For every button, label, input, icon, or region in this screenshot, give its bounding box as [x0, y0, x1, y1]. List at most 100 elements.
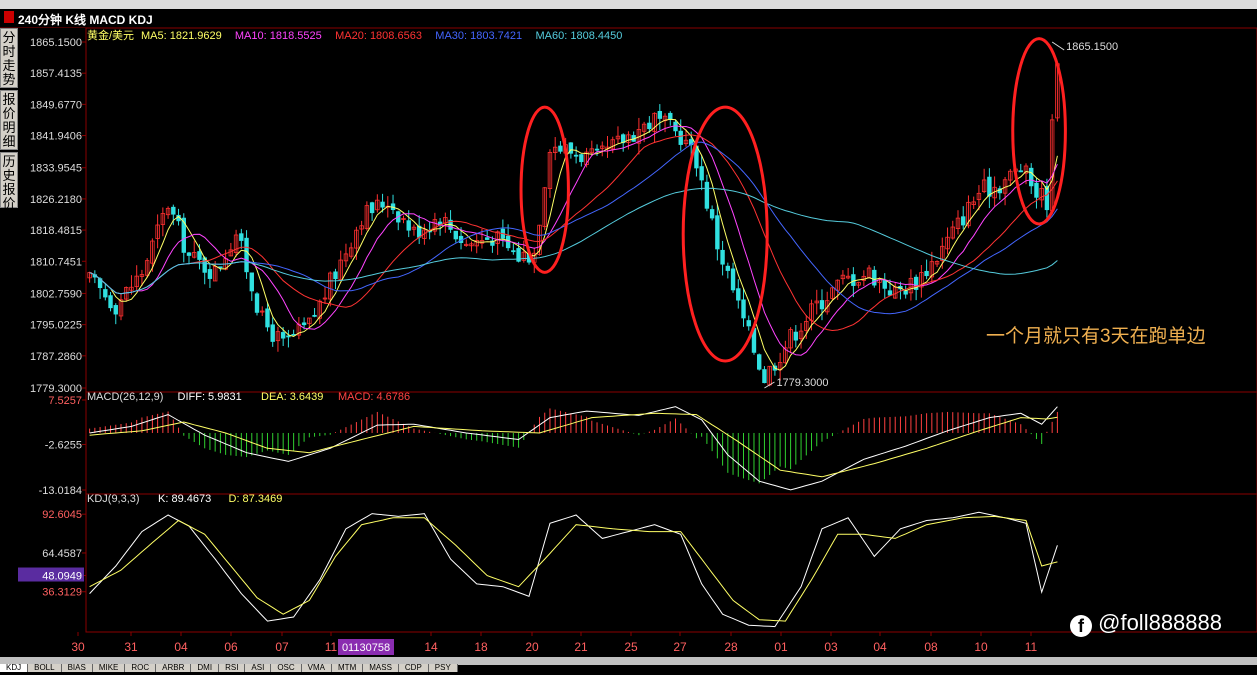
chart-title-bar: 240分钟 K线 MACD KDJ	[0, 9, 1257, 28]
candle-body	[699, 166, 704, 181]
candle-body	[741, 299, 746, 319]
candle-body	[851, 274, 856, 286]
candle-body	[720, 249, 725, 265]
kdj-tick-label: 36.3129	[42, 587, 82, 599]
indicator-tab-asi[interactable]: ASI	[245, 664, 272, 672]
candle-body	[270, 324, 275, 342]
kdj-d-line	[89, 515, 1058, 622]
indicator-tab-arbr[interactable]: ARBR	[156, 664, 192, 672]
indicator-tab-psy[interactable]: PSY	[428, 664, 458, 672]
indicator-tab-kdj[interactable]: KDJ	[0, 664, 29, 672]
candle-body	[736, 288, 741, 301]
macd-legend-0: DIFF: 5.9831	[178, 391, 242, 403]
candle-body	[573, 154, 579, 157]
watermark-handle: @foll888888	[1098, 610, 1222, 635]
kdj-title: KDJ(9,3,3)	[87, 493, 140, 505]
window-title: 240分钟 K线 MACD KDJ	[18, 13, 153, 27]
candle-body	[757, 354, 762, 370]
price-tick-label: 1826.2180	[30, 194, 82, 206]
symbol-label: 黄金/美元	[87, 28, 134, 42]
price-tick-label: 1841.9406	[30, 131, 82, 143]
watermark: f @foll888888	[1070, 610, 1222, 637]
candle-body	[730, 268, 736, 291]
ma-line-20	[89, 134, 1058, 332]
indicator-tab-osc[interactable]: OSC	[271, 664, 302, 672]
x-tick-label: 20	[525, 640, 539, 654]
x-tick-label: 31	[124, 640, 138, 654]
x-tick-label: 04	[873, 640, 887, 654]
indicator-tab-cdp[interactable]: CDP	[398, 664, 429, 672]
indicator-tab-mtm[interactable]: MTM	[332, 664, 364, 672]
candle-body	[903, 290, 908, 295]
menu-bar[interactable]	[0, 0, 1257, 9]
x-tick-label: 21	[574, 640, 588, 654]
x-tick-label: 07	[275, 640, 289, 654]
ma-legend-60: MA60: 1808.4450	[536, 30, 623, 42]
macd-tick-label: -13.0184	[39, 485, 82, 497]
indicator-tab-vma[interactable]: VMA	[301, 664, 333, 672]
candle-body	[453, 230, 458, 240]
candle-body	[924, 270, 929, 277]
candle-body	[312, 314, 317, 317]
candle-body	[265, 308, 270, 328]
candlestick-chart: 1865.1500 1857.4135 1849.6770 1841.9406 1833…	[18, 28, 1257, 655]
candle-body	[239, 233, 244, 241]
ma-line-10	[89, 125, 1058, 356]
price-tick-label: 1865.1500	[30, 37, 82, 49]
price-tick-label: 1857.4135	[30, 68, 82, 80]
kdj-tick-label: 92.6045	[42, 509, 82, 521]
macd-legend-2: MACD: 4.6786	[338, 391, 410, 403]
candle-body	[254, 293, 260, 313]
candle-body	[668, 112, 673, 120]
candle-body	[280, 332, 286, 339]
price-tick-label: 1802.7590	[30, 288, 82, 300]
x-cursor-label: 01130758	[342, 642, 390, 654]
candle-body	[793, 331, 799, 341]
x-tick-label: 14	[424, 640, 438, 654]
candle-body	[406, 220, 411, 231]
candle-body	[961, 216, 966, 226]
price-tick-label: 1810.7451	[30, 256, 82, 268]
low-price-label: 1779.3000	[776, 377, 828, 389]
candle-body	[579, 154, 584, 163]
indicator-tab-mass[interactable]: MASS	[363, 664, 399, 672]
indicator-tab-boll[interactable]: BOLL	[28, 664, 62, 672]
x-tick-label: 28	[724, 640, 738, 654]
indicator-tab-bar: KDJ BOLL BIAS MIKE ROC ARBR DMI RSI ASI OSC VMA MTM…	[0, 657, 1257, 672]
candle-body	[558, 145, 563, 152]
x-tick-label: 03	[824, 640, 838, 654]
candle-body	[746, 320, 751, 327]
candle-body	[197, 251, 202, 260]
x-tick-label: 08	[924, 640, 938, 654]
candle-body	[1018, 170, 1023, 173]
price-tick-label: 1833.9545	[30, 163, 82, 175]
candle-body	[1034, 182, 1039, 198]
candle-body	[301, 322, 307, 326]
price-tick-label: 1818.4815	[30, 225, 82, 237]
price-tick-label: 1795.0225	[30, 320, 82, 332]
candle-body	[108, 295, 113, 309]
ma-legend-30: MA30: 1803.7421	[435, 30, 522, 42]
indicator-tab-bias[interactable]: BIAS	[61, 664, 93, 672]
candle-body	[207, 269, 213, 279]
candle-body	[286, 335, 291, 338]
ma-legend-10: MA10: 1818.5525	[235, 30, 322, 42]
candle-body	[333, 271, 338, 280]
highlight-oval-3	[1011, 37, 1067, 226]
indicator-tab-mike[interactable]: MIKE	[92, 664, 126, 672]
candle-body	[249, 272, 254, 292]
kdj-legend-1: D: 87.3469	[229, 493, 283, 505]
candle-body	[171, 206, 176, 215]
x-tick-label: 11	[1025, 640, 1038, 654]
price-tick-label: 1779.3000	[30, 383, 82, 395]
candle-body	[819, 300, 825, 310]
candle-body	[103, 289, 108, 298]
x-tick-label: 11	[325, 640, 338, 654]
indicator-tab-rsi[interactable]: RSI	[219, 664, 246, 672]
x-tick-label: 04	[174, 640, 188, 654]
indicator-tab-dmi[interactable]: DMI	[191, 664, 220, 672]
high-price-label: 1865.1500	[1066, 41, 1118, 53]
candle-body	[882, 280, 887, 289]
candle-body	[647, 122, 652, 130]
indicator-tab-roc[interactable]: ROC	[125, 664, 157, 672]
